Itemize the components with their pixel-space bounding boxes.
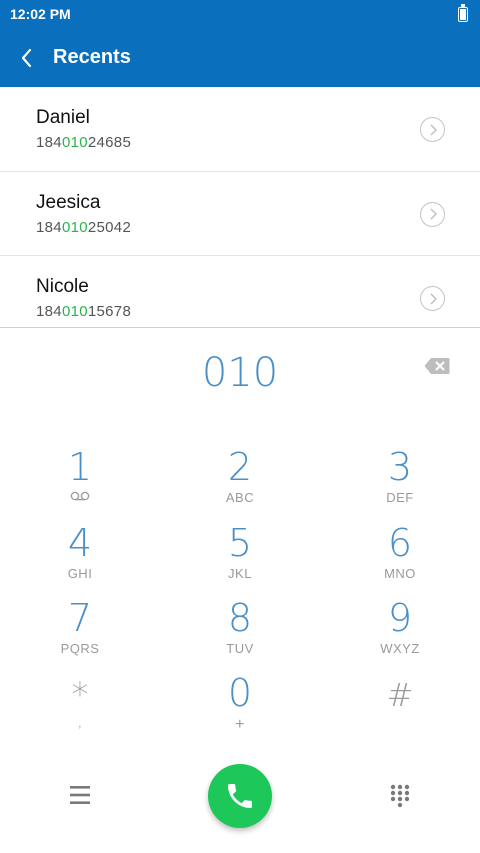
dialpad-icon [390, 784, 410, 808]
voicemail-icon [70, 491, 90, 501]
chevron-left-icon [21, 48, 32, 67]
divider [0, 327, 480, 328]
menu-icon [70, 786, 90, 804]
menu-button[interactable] [68, 784, 92, 806]
recents-list: Daniel 18401024685 Jeesica 18401025042 N… [0, 87, 480, 327]
dialpad-key-1[interactable]: 1 [20, 446, 140, 516]
status-bar: 12:02 PM [0, 0, 480, 28]
contact-number: 18401025042 [36, 218, 132, 236]
dialpad-key-3[interactable]: 3 DEF [340, 446, 460, 516]
contact-name: Jeesica [36, 191, 101, 213]
battery-icon [458, 3, 468, 22]
call-button[interactable] [208, 764, 272, 828]
status-time: 12:02 PM [10, 6, 71, 22]
dialpad-key-star[interactable]: * , [20, 674, 140, 744]
page-title: Recents [53, 46, 131, 68]
list-item[interactable]: Jeesica 18401025042 [0, 172, 480, 256]
contact-name: Daniel [36, 107, 90, 128]
list-item[interactable]: Nicole 18401015678 [0, 256, 480, 327]
dialpad-key-5[interactable]: 5 JKL [180, 522, 300, 592]
contact-number: 18401015678 [36, 303, 132, 320]
dialpad-toggle-button[interactable] [389, 783, 411, 809]
dialpad-key-hash[interactable]: # [340, 674, 460, 744]
dialpad-key-8[interactable]: 8 TUV [180, 597, 300, 667]
contact-details-button[interactable] [420, 286, 445, 311]
dialpad-key-9[interactable]: 9 WXYZ [340, 597, 460, 667]
contact-details-button[interactable] [420, 201, 445, 227]
dialpad-key-6[interactable]: 6 MNO [340, 522, 460, 592]
list-item[interactable]: Daniel 18401024685 [0, 87, 480, 172]
chevron-right-icon [430, 124, 437, 135]
dial-number-input[interactable]: 010 [0, 346, 480, 400]
phone-icon [228, 784, 252, 808]
contact-number: 18401024685 [36, 134, 132, 151]
delete-button[interactable] [424, 357, 450, 375]
app-bar: Recents [0, 28, 480, 87]
chevron-right-icon [430, 293, 437, 304]
chevron-right-icon [430, 208, 437, 220]
back-button[interactable] [0, 28, 54, 87]
dialpad-key-0[interactable]: 0 + [180, 672, 300, 742]
dialpad-key-2[interactable]: 2 ABC [180, 446, 300, 516]
contact-name: Nicole [36, 276, 89, 297]
backspace-icon [424, 358, 450, 374]
contact-details-button[interactable] [420, 117, 445, 142]
bottom-bar [0, 760, 480, 835]
dialpad-key-7[interactable]: 7 PQRS [20, 597, 140, 667]
dialpad-key-4[interactable]: 4 GHI [20, 522, 140, 592]
